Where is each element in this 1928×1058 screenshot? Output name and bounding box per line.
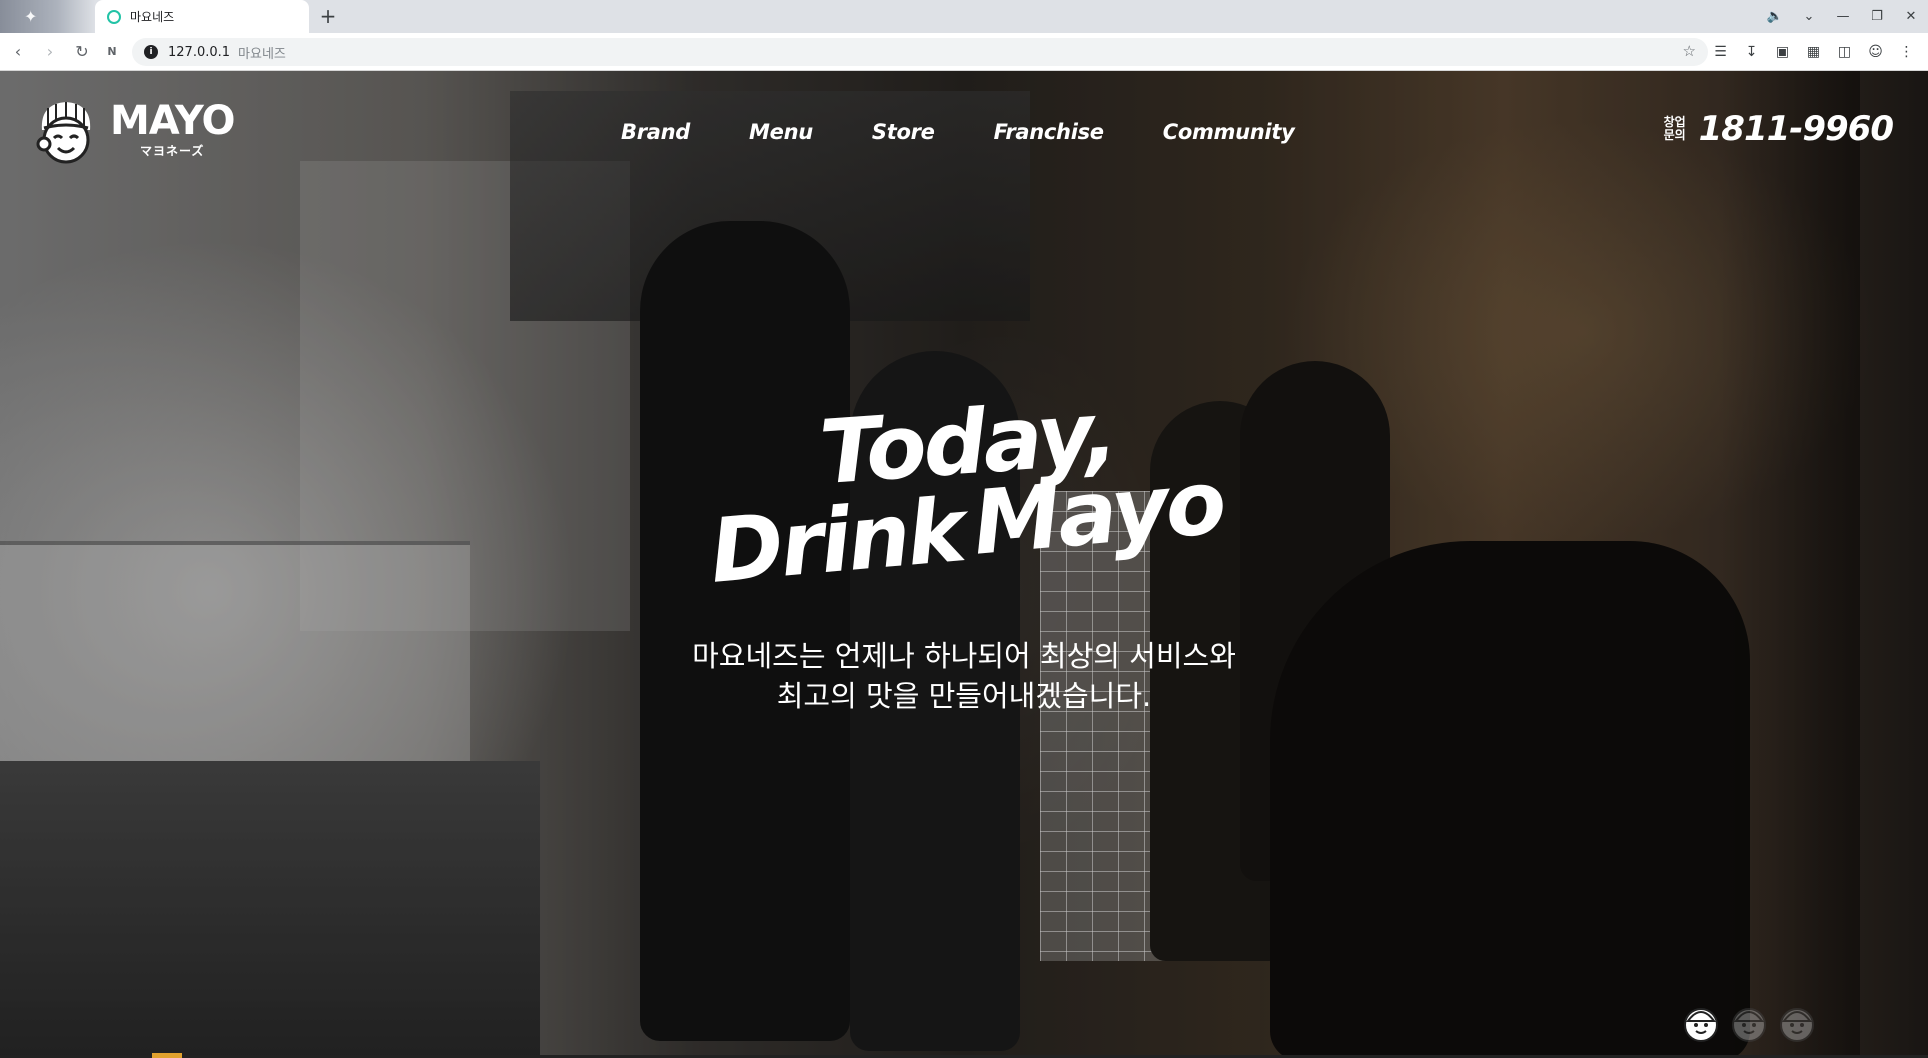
restore-button[interactable]: ❐	[1860, 9, 1894, 24]
logo-subtitle: マヨネーズ	[140, 144, 205, 158]
n-extension-icon[interactable]: N	[100, 40, 124, 64]
toolbar-icons: ☰ ↧ ▣ ▦ ◫ ☺ ⋮	[1705, 39, 1922, 65]
minimize-button[interactable]: —	[1826, 9, 1860, 24]
taskbar-app-indicator	[152, 1053, 182, 1058]
mayo-mascot-icon	[36, 102, 91, 164]
site-header: MAYO マヨネーズ Brand Menu Store Franchise Co…	[0, 71, 1928, 181]
contact-label: 창업 문의	[1661, 116, 1689, 142]
screenshot-icon[interactable]: ▦	[1798, 39, 1829, 65]
nav-store[interactable]: Store	[872, 120, 935, 144]
main-nav: Brand Menu Store Franchise Community	[621, 120, 1353, 144]
site-logo[interactable]: MAYO マヨネーズ	[30, 94, 235, 166]
close-button[interactable]: ✕	[1894, 9, 1928, 24]
profile-icon[interactable]: ☺	[1860, 39, 1891, 65]
download-icon[interactable]: ↧	[1736, 39, 1767, 65]
forward-button[interactable]: ›	[38, 40, 62, 64]
active-tab[interactable]: 마요네즈	[95, 0, 309, 33]
mascot-face-icon	[1684, 1008, 1718, 1042]
favicon-icon	[107, 9, 121, 24]
tab-title: 마요네즈	[130, 10, 175, 24]
bird-icon: ✦	[24, 7, 38, 26]
mascot-face-icon	[1732, 1008, 1766, 1042]
chevron-down-icon[interactable]: ⌄	[1792, 9, 1826, 24]
subcopy-line1: 마요네즈는 언제나 하나되어 최상의 서비스와	[692, 639, 1236, 673]
menu-icon[interactable]: ⋮	[1891, 39, 1922, 65]
contact-label-line2: 문의	[1663, 128, 1686, 142]
nav-brand[interactable]: Brand	[621, 120, 690, 144]
window-controls: 🔈 ⌄ — ❐ ✕	[1758, 0, 1928, 33]
hero-subcopy: 마요네즈는 언제나 하나되어 최상의 서비스와 최고의 맛을 만들어내겠습니다.	[0, 636, 1928, 716]
browser-tab-bar: ✦ 마요네즈 + 🔈 ⌄ — ❐ ✕	[0, 0, 1928, 33]
url-page-title: 마요네즈	[238, 46, 286, 62]
logo-text: MAYO マヨネーズ	[110, 98, 235, 159]
reading-list-icon[interactable]: ☰	[1705, 39, 1736, 65]
subcopy-line2: 최고의 맛을 만들어내겠습니다.	[776, 679, 1152, 713]
cast-icon[interactable]: ▣	[1767, 39, 1798, 65]
pager-dot-2[interactable]	[1728, 1001, 1770, 1043]
browser-toolbar: ‹ › ↻ N i 127.0.0.1 마요네즈 ☆ ☰ ↧ ▣ ▦ ◫ ☺ ⋮	[0, 33, 1928, 71]
address-bar[interactable]: i 127.0.0.1 마요네즈 ☆	[132, 38, 1708, 66]
contact-label-line1: 창업	[1663, 115, 1686, 129]
bookmark-star-icon[interactable]: ☆	[1683, 42, 1696, 60]
nav-menu[interactable]: Menu	[749, 120, 813, 144]
nav-community[interactable]: Community	[1163, 120, 1295, 144]
inactive-tab[interactable]: ✦	[0, 0, 95, 33]
pager-dot-3[interactable]	[1776, 1001, 1818, 1043]
speaker-icon[interactable]: 🔈	[1758, 9, 1792, 24]
logo-word: MAYO	[110, 98, 235, 144]
new-tab-button[interactable]: +	[316, 4, 340, 28]
slide-pager	[1680, 1001, 1824, 1043]
franchise-contact[interactable]: 창업 문의 1811-9960	[1661, 109, 1894, 149]
pager-dot-1[interactable]	[1680, 1001, 1722, 1043]
headline-line2b: Mayo	[968, 450, 1228, 575]
info-icon[interactable]: i	[144, 45, 158, 59]
mascot-face-icon	[1780, 1008, 1814, 1042]
url-host: 127.0.0.1	[168, 44, 231, 60]
reload-button[interactable]: ↻	[70, 40, 94, 64]
contact-phone[interactable]: 1811-9960	[1699, 109, 1894, 149]
page-viewport: MAYO マヨネーズ Brand Menu Store Franchise Co…	[0, 71, 1928, 1055]
nav-franchise[interactable]: Franchise	[994, 120, 1104, 144]
headline-line2a: Drink	[705, 478, 967, 603]
back-button[interactable]: ‹	[6, 40, 30, 64]
sidebar-icon[interactable]: ◫	[1829, 39, 1860, 65]
